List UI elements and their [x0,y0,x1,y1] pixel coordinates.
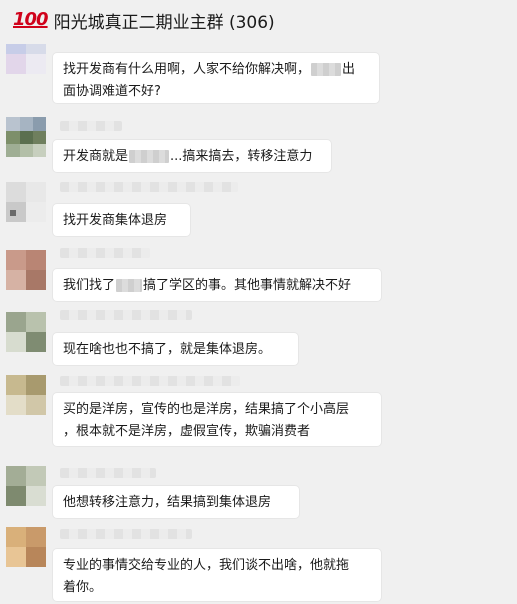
redacted-text [311,63,342,76]
message-bubble[interactable]: 开发商就是 ...搞来搞去，转移注意力 [53,140,331,172]
avatar[interactable] [6,117,46,157]
sender-name [60,468,156,478]
message-bubble[interactable]: 买的是洋房，宣传的也是洋房，结果搞了个小高层 ，根本就不是洋房，虚假宣传，欺骗消… [53,393,381,446]
avatar[interactable] [6,312,46,352]
sender-name [60,529,192,539]
message-bubble[interactable]: 找开发商有什么用啊，人家不给你解决啊，出 面协调难道不好? [53,53,379,103]
message-bubble[interactable]: 现在啥也也不搞了，就是集体退房。 [53,333,298,365]
message-bubble[interactable]: 我们找了 搞了学区的事。其他事情就解决不好 [53,269,381,301]
redacted-text [129,150,170,163]
sender-name [60,248,150,258]
sender-name [60,182,238,192]
group-title[interactable]: 阳光城真正二期业主群 (306) [54,8,275,33]
avatar[interactable] [6,375,46,415]
avatar[interactable] [6,527,46,567]
redacted-text [116,279,143,292]
sender-name [60,121,122,131]
sender-name [60,310,192,320]
message-bubble[interactable]: 专业的事情交给专业的人，我们谈不出啥，他就拖 着你。 [53,549,381,601]
chat-header: 100 阳光城真正二期业主群 (306) [0,0,517,40]
message-bubble[interactable]: 他想转移注意力，结果搞到集体退房 [53,486,299,518]
message-bubble[interactable]: 找开发商集体退房 [53,204,190,236]
avatar[interactable] [6,250,46,290]
sender-name [60,376,240,386]
hundred-points-emoji-icon: 100 [13,9,49,30]
avatar[interactable] [6,44,46,74]
avatar[interactable] [6,182,46,222]
avatar[interactable] [6,466,46,506]
